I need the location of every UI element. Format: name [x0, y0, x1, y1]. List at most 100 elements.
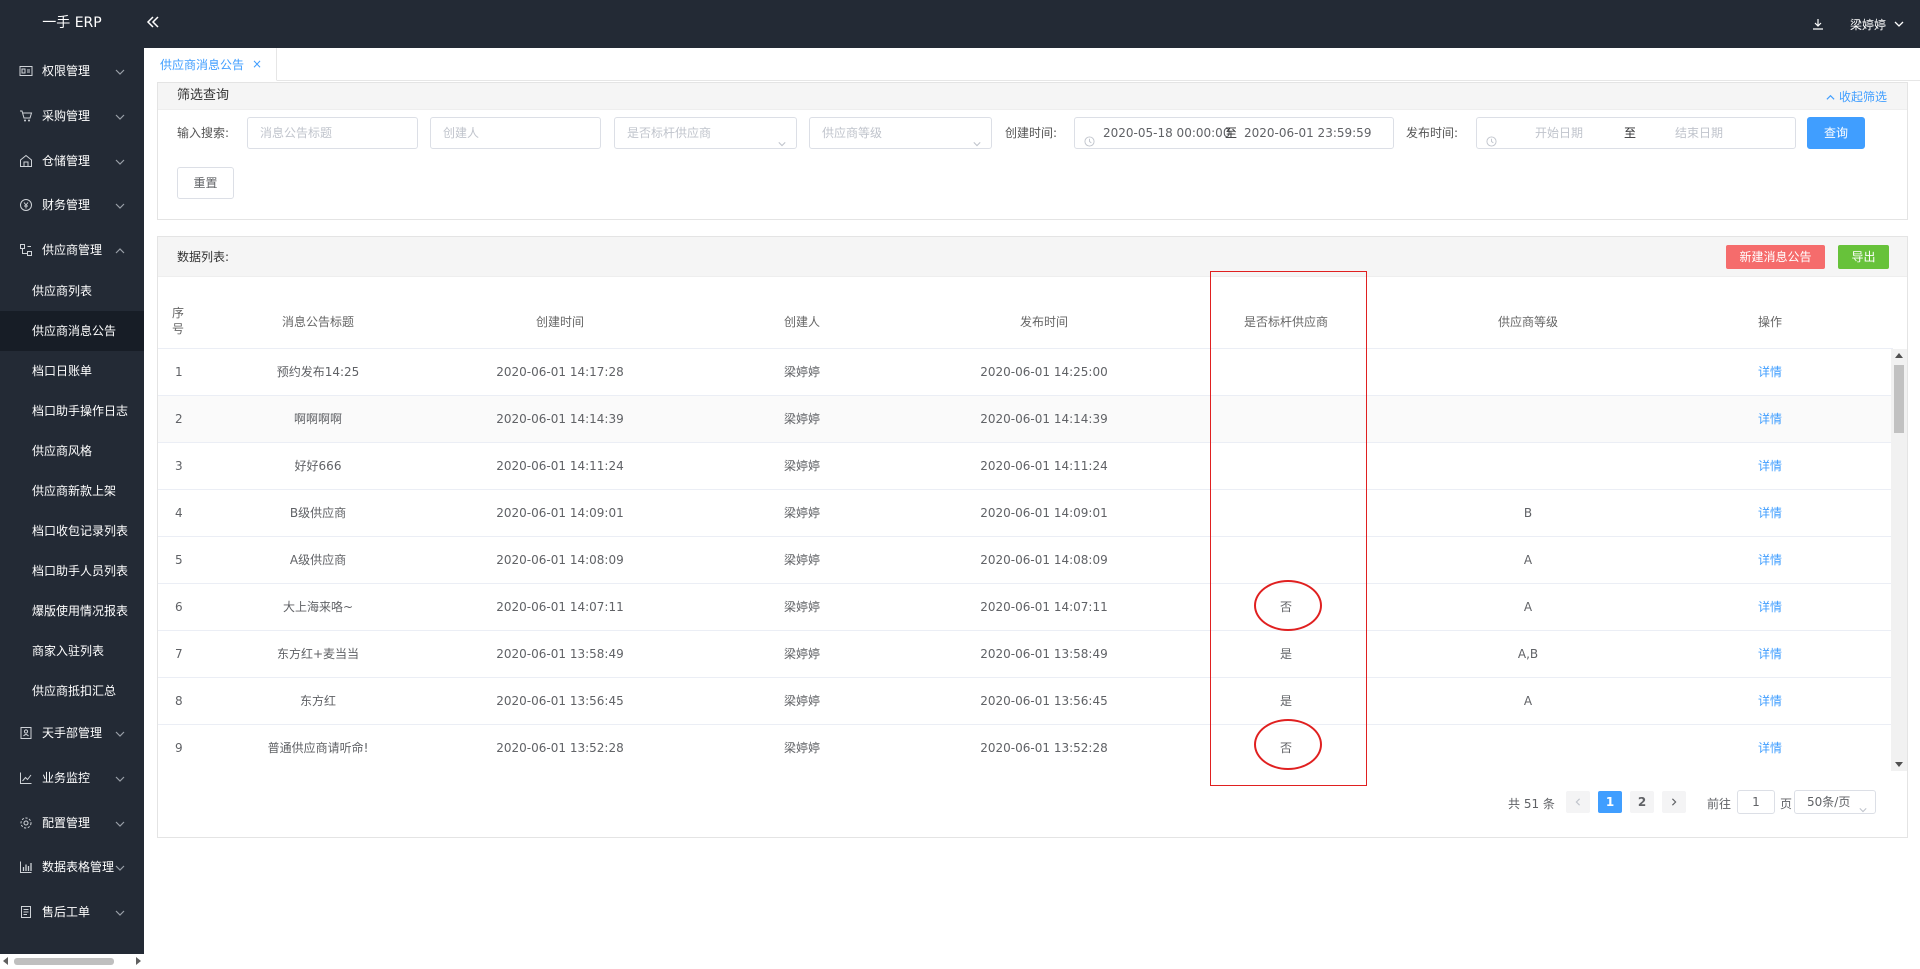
sidebar-group-buyer-department[interactable]: 天手部管理 [0, 717, 144, 749]
sidebar-item-supplier-announcement[interactable]: 供应商消息公告 [0, 311, 144, 351]
filter-title: 筛选查询 [177, 88, 230, 103]
search-label: 输入搜索: [177, 126, 230, 140]
sidebar-item-supplier-style[interactable]: 供应商风格 [0, 431, 144, 471]
clock-icon [1486, 128, 1497, 147]
cell-level: A [1523, 600, 1533, 614]
close-icon[interactable]: × [252, 57, 262, 71]
page-size-select[interactable]: 50条/页 [1794, 790, 1876, 814]
cell-benchmark: 是 [1279, 647, 1292, 661]
supplier-level-select[interactable]: 供应商等级 [809, 117, 992, 149]
table-vertical-scrollbar[interactable] [1891, 349, 1907, 771]
sidebar-item-supplier-deduction[interactable]: 供应商抵扣汇总 [0, 671, 144, 711]
new-announcement-button[interactable]: 新建消息公告 [1726, 245, 1825, 269]
cell-title: 东方红 [299, 694, 336, 708]
export-button[interactable]: 导出 [1838, 245, 1889, 269]
sidebar-item-stall-assistant-log[interactable]: 档口助手操作日志 [0, 391, 144, 431]
sidebar-horizontal-scrollbar[interactable] [0, 954, 144, 969]
cell-title: 普通供应商请听命! [267, 741, 369, 755]
chevron-down-icon [778, 129, 786, 147]
detail-link[interactable]: 详情 [1650, 631, 1890, 677]
scroll-right-arrow-icon[interactable] [136, 957, 141, 965]
created-end-value: 2020-06-01 23:59:59 [1244, 126, 1372, 140]
scroll-left-arrow-icon[interactable] [3, 957, 8, 965]
cell-level: A [1523, 694, 1533, 708]
detail-link[interactable]: 详情 [1650, 349, 1890, 395]
cell-level [1406, 349, 1650, 395]
sidebar-group-after-sales[interactable]: 售后工单 [0, 896, 144, 928]
next-page-button[interactable] [1662, 791, 1686, 813]
scroll-down-arrow-icon[interactable] [1895, 762, 1903, 767]
sidebar-item-hot-version-report[interactable]: 爆版使用情况报表 [0, 591, 144, 631]
sidebar-group-warehouse[interactable]: 仓储管理 [0, 145, 144, 177]
chevron-down-icon [115, 818, 125, 828]
sidebar-group-permission[interactable]: 权限管理 [0, 55, 144, 87]
cell-index: 7 [175, 647, 183, 661]
publish-time-range-picker[interactable]: 开始日期 至 结束日期 [1476, 117, 1796, 149]
user-name[interactable]: 梁婷婷 [1850, 16, 1886, 33]
goto-page-input[interactable]: 1 [1737, 790, 1775, 814]
sidebar-item-supplier-new-arrivals[interactable]: 供应商新款上架 [0, 471, 144, 511]
col-level: 供应商等级 [1497, 314, 1558, 329]
sidebar-group-business-monitor[interactable]: 业务监控 [0, 762, 144, 794]
chevron-down-icon[interactable] [1894, 19, 1904, 29]
cell-index: 8 [175, 694, 183, 708]
cell-created: 2020-06-01 14:11:24 [496, 459, 624, 473]
detail-link[interactable]: 详情 [1650, 490, 1890, 536]
total-count: 共 51 条 [1508, 797, 1555, 811]
goto-label: 前往 [1707, 797, 1732, 811]
sidebar-group-data-table[interactable]: 数据表格管理 [0, 851, 144, 883]
sidebar-group-config[interactable]: 配置管理 [0, 807, 144, 839]
page-2-button[interactable]: 2 [1630, 791, 1654, 813]
collapse-filter-link[interactable]: 收起筛选 [1826, 90, 1887, 104]
download-icon[interactable] [1812, 18, 1824, 30]
scroll-up-arrow-icon[interactable] [1895, 353, 1903, 358]
sidebar-item-stall-assistant-staff[interactable]: 档口助手人员列表 [0, 551, 144, 591]
sidebar-group-purchase[interactable]: 采购管理 [0, 100, 144, 132]
cell-creator: 梁婷婷 [783, 365, 820, 379]
scrollbar-thumb[interactable] [1894, 365, 1904, 433]
user-book-icon [19, 726, 33, 740]
detail-link[interactable]: 详情 [1650, 725, 1890, 771]
cell-title: A级供应商 [289, 553, 347, 567]
collapse-sidebar-icon[interactable] [146, 12, 160, 32]
sidebar-group-label: 数据表格管理 [42, 860, 115, 874]
detail-link[interactable]: 详情 [1650, 584, 1890, 630]
detail-link[interactable]: 详情 [1650, 396, 1890, 442]
page-1-button[interactable]: 1 [1598, 791, 1622, 813]
user-menu[interactable]: 梁婷婷 [1812, 14, 1904, 34]
announcement-title-input[interactable]: 消息公告标题 [247, 117, 418, 149]
top-bar: 一手 ERP 梁婷婷 [0, 0, 1920, 48]
benchmark-supplier-select[interactable]: 是否标杆供应商 [614, 117, 797, 149]
col-action: 操作 [1757, 314, 1782, 329]
sidebar-group-finance[interactable]: 财务管理 [0, 189, 144, 221]
cell-title: 好好666 [294, 459, 342, 473]
scrollbar-thumb[interactable] [14, 958, 114, 965]
tab-supplier-announcement[interactable]: 供应商消息公告 × [144, 48, 277, 81]
cell-index: 1 [175, 365, 183, 379]
sidebar-group-supplier[interactable]: 供应商管理 [0, 234, 144, 266]
query-button[interactable]: 查询 [1807, 117, 1865, 149]
col-benchmark: 是否标杆供应商 [1243, 314, 1328, 329]
prev-page-button[interactable] [1566, 791, 1590, 813]
detail-link[interactable]: 详情 [1650, 537, 1890, 583]
cell-level [1406, 443, 1650, 489]
cell-index: 4 [175, 506, 183, 520]
cell-created: 2020-06-01 14:14:39 [496, 412, 624, 426]
cell-published: 2020-06-01 14:09:01 [980, 506, 1108, 520]
detail-link[interactable]: 详情 [1650, 678, 1890, 724]
filter-panel: 筛选查询 收起筛选 输入搜索: 消息公告标题 创建人 是否标杆供应商 供应商等级… [157, 82, 1908, 220]
created-time-range-picker[interactable]: 2020-05-18 00:00:00 至 2020-06-01 23:59:5… [1074, 117, 1394, 149]
sidebar-item-merchant-onboarding[interactable]: 商家入驻列表 [0, 631, 144, 671]
detail-link[interactable]: 详情 [1650, 443, 1890, 489]
sidebar-item-stall-package-records[interactable]: 档口收包记录列表 [0, 511, 144, 551]
creator-input[interactable]: 创建人 [430, 117, 601, 149]
cell-level [1406, 396, 1650, 442]
cell-published: 2020-06-01 13:58:49 [980, 647, 1108, 661]
reset-button[interactable]: 重置 [177, 167, 234, 199]
cell-creator: 梁婷婷 [783, 600, 820, 614]
cell-created: 2020-06-01 13:58:49 [496, 647, 624, 661]
cell-created: 2020-06-01 13:56:45 [496, 694, 624, 708]
cell-creator: 梁婷婷 [783, 694, 820, 708]
sidebar-item-stall-daily-bill[interactable]: 档口日账单 [0, 351, 144, 391]
sidebar-item-supplier-list[interactable]: 供应商列表 [0, 271, 144, 311]
